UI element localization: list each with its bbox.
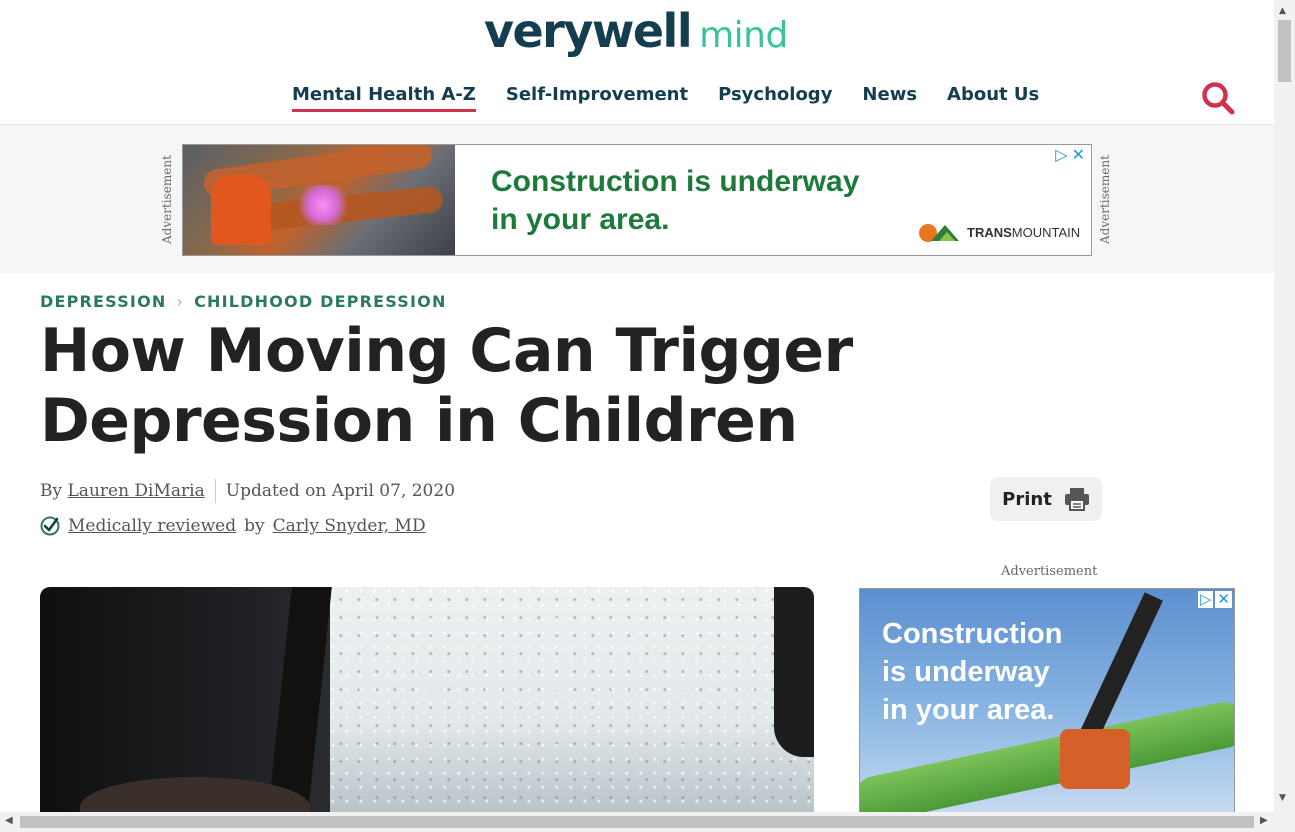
ad-label-right: Advertisement	[1098, 155, 1112, 245]
side-ad-close-icon[interactable]: ✕	[1215, 591, 1232, 608]
ad-photo-welder	[183, 145, 455, 255]
side-ad-choices[interactable]: ▷ ✕	[1197, 591, 1232, 608]
chevron-right-icon: ›	[176, 292, 185, 311]
main-nav: Mental Health A-Z Self-Improvement Psych…	[292, 84, 1039, 112]
side-ad-label: Advertisement	[1001, 564, 1098, 579]
top-ad-banner[interactable]: Construction is underway in your area. T…	[182, 144, 1092, 256]
side-ad-banner[interactable]: Construction is underway in your area. ▷…	[859, 588, 1235, 816]
scroll-right-icon[interactable]: ▶	[1260, 815, 1268, 826]
ad-info-icon[interactable]: ▷	[1055, 147, 1067, 163]
nav-item-about-us[interactable]: About Us	[947, 84, 1039, 112]
nav-item-news[interactable]: News	[862, 84, 917, 112]
ad-headline-line2: in your area.	[491, 203, 670, 236]
print-label: Print	[1002, 488, 1052, 510]
print-button[interactable]: Print	[990, 477, 1102, 521]
vertical-scrollbar[interactable]: ▲ ▼	[1274, 0, 1295, 812]
horizontal-scroll-thumb[interactable]	[20, 816, 1254, 828]
verified-check-icon	[40, 516, 60, 536]
logo-wordmark: verywell	[484, 4, 693, 58]
byline: By Lauren DiMaria Updated on April 07, 2…	[40, 479, 455, 503]
ad-label-left: Advertisement	[160, 155, 174, 245]
breadcrumb-childhood-depression[interactable]: CHILDHOOD DEPRESSION	[194, 292, 446, 311]
nav-item-psychology[interactable]: Psychology	[718, 84, 832, 112]
side-ad-headline: Construction is underway in your area.	[882, 615, 1102, 729]
trans-mountain-logo-icon	[919, 224, 959, 242]
vertical-scroll-thumb[interactable]	[1278, 20, 1291, 82]
ad-choices[interactable]: ▷ ✕	[1055, 147, 1085, 163]
byline-divider	[214, 479, 216, 503]
side-ad-line3: in your area.	[882, 694, 1055, 726]
byline-prefix: By	[40, 481, 63, 501]
site-header: verywell mind Mental Health A-Z Self-Imp…	[0, 0, 1274, 125]
ad-headline-line1: Construction is underway	[491, 165, 860, 198]
ad-brand: TRANSMOUNTAIN	[917, 221, 1080, 243]
page-title: How Moving Can Trigger Depression in Chi…	[40, 316, 853, 456]
medical-review: Medically reviewed by Carly Snyder, MD	[40, 516, 426, 536]
reviewed-by: by	[244, 516, 265, 536]
nav-item-self-improvement[interactable]: Self-Improvement	[506, 84, 688, 112]
scroll-left-icon[interactable]: ◀	[5, 815, 13, 826]
logo-sub: mind	[699, 15, 788, 56]
medically-reviewed-link[interactable]: Medically reviewed	[68, 516, 236, 536]
site-logo[interactable]: verywell mind	[484, 4, 788, 68]
ad-brand-bold: TRANS	[967, 224, 1012, 240]
updated-date: Updated on April 07, 2020	[225, 481, 456, 501]
scroll-down-icon[interactable]: ▼	[1279, 793, 1286, 803]
horizontal-scrollbar[interactable]: ◀ ▶	[0, 812, 1295, 832]
author-link[interactable]: Lauren DiMaria	[68, 481, 205, 501]
search-icon[interactable]	[1200, 80, 1236, 116]
reviewer-link[interactable]: Carly Snyder, MD	[273, 516, 426, 536]
scroll-up-icon[interactable]: ▲	[1279, 6, 1286, 16]
nav-item-mental-health-a-z[interactable]: Mental Health A-Z	[292, 84, 476, 112]
side-ad-line1: Construction	[882, 618, 1063, 650]
breadcrumb-depression[interactable]: DEPRESSION	[40, 292, 166, 311]
ad-close-icon[interactable]: ✕	[1072, 147, 1085, 163]
printer-icon	[1064, 488, 1089, 511]
breadcrumb: DEPRESSION › CHILDHOOD DEPRESSION	[40, 292, 447, 311]
side-ad-line2: is underway	[882, 656, 1050, 688]
ad-headline: Construction is underway in your area.	[491, 163, 911, 239]
ad-brand-rest: MOUNTAIN	[1011, 224, 1081, 240]
side-ad-info-icon[interactable]: ▷	[1197, 591, 1214, 608]
article-hero-image	[40, 587, 814, 812]
